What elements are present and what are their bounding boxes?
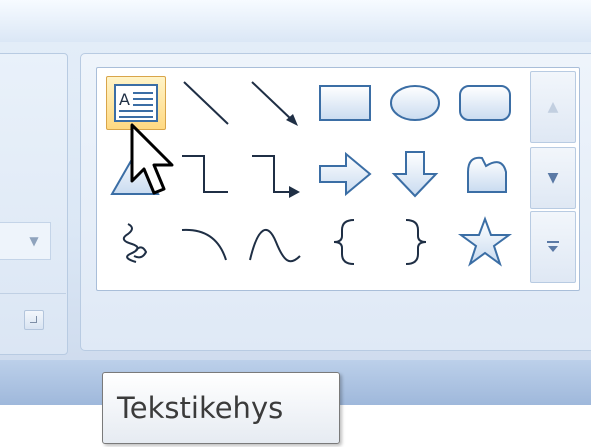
gallery-scroll-up-button[interactable]: ▲ bbox=[530, 71, 576, 143]
shape-elbow-arrow-connector[interactable] bbox=[246, 148, 304, 200]
group-divider bbox=[0, 293, 66, 294]
tooltip-text: Tekstikehys bbox=[117, 391, 284, 425]
callout-icon bbox=[467, 156, 507, 193]
expand-gallery-icon bbox=[547, 241, 559, 252]
shape-arrow-line[interactable] bbox=[246, 76, 304, 128]
freeform-scribble-icon bbox=[122, 223, 148, 263]
shape-down-arrow[interactable] bbox=[386, 148, 444, 200]
elbow-arrow-connector-icon bbox=[252, 155, 300, 198]
shape-right-arrow[interactable] bbox=[316, 148, 374, 200]
right-brace-icon bbox=[405, 219, 427, 265]
oval-icon bbox=[390, 85, 440, 121]
line-icon bbox=[183, 81, 229, 125]
arc-icon bbox=[181, 228, 227, 261]
star-icon bbox=[457, 216, 513, 267]
mouse-pointer-icon bbox=[130, 123, 174, 195]
left-brace-icon bbox=[333, 219, 355, 265]
shape-left-brace[interactable] bbox=[316, 216, 374, 268]
shape-rounded-rectangle[interactable] bbox=[456, 76, 514, 128]
shape-rectangle[interactable] bbox=[316, 76, 374, 128]
shape-callout[interactable] bbox=[456, 148, 514, 200]
shape-freeform-scribble[interactable] bbox=[106, 216, 164, 268]
shape-curve[interactable] bbox=[246, 216, 304, 268]
chevron-up-icon: ▲ bbox=[547, 99, 559, 115]
gallery-scroll-down-button[interactable]: ▼ bbox=[530, 147, 576, 209]
dialog-launcher-icon[interactable] bbox=[24, 310, 44, 330]
shape-line[interactable] bbox=[176, 76, 234, 128]
right-arrow-icon bbox=[319, 151, 372, 197]
chevron-down-icon[interactable]: ▼ bbox=[24, 231, 44, 251]
rounded-rectangle-icon bbox=[459, 85, 511, 121]
shape-arc[interactable] bbox=[176, 216, 234, 268]
text-box-icon: A bbox=[114, 84, 158, 122]
gallery-more-button[interactable] bbox=[530, 211, 576, 283]
rectangle-icon bbox=[319, 85, 371, 121]
svg-text:A: A bbox=[119, 90, 130, 109]
tooltip: Tekstikehys bbox=[102, 372, 340, 444]
shape-right-brace[interactable] bbox=[386, 216, 444, 268]
shape-oval[interactable] bbox=[386, 76, 444, 128]
curve-icon bbox=[249, 229, 301, 263]
chevron-down-icon: ▼ bbox=[547, 170, 559, 186]
title-bar bbox=[0, 0, 591, 43]
shape-text-box[interactable]: A bbox=[106, 76, 166, 130]
down-arrow-icon bbox=[391, 151, 439, 198]
arrow-line-icon bbox=[251, 81, 298, 126]
shape-star[interactable] bbox=[456, 216, 514, 268]
